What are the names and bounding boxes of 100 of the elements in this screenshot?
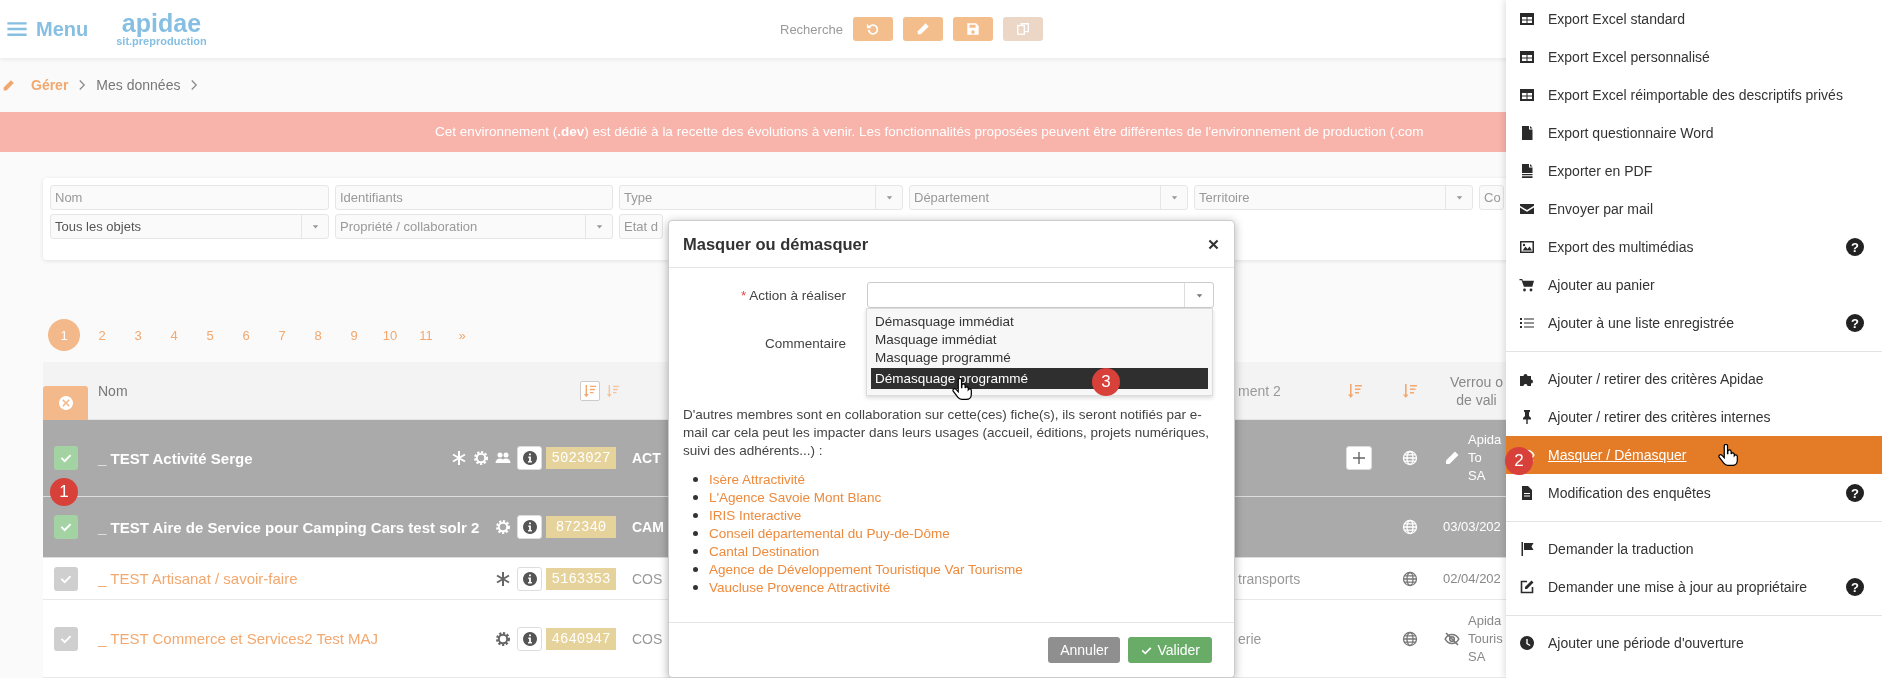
table-cell: Apida Touris SA [1468,611,1503,666]
type-code: COS [631,630,663,647]
menu-button[interactable]: Menu [6,17,89,41]
document-icon [1519,163,1535,179]
undo-icon [865,22,880,36]
member-link[interactable]: Isère Attractivité [709,471,806,487]
puzzle-icon [1519,371,1535,387]
column-header: Nom [98,382,128,399]
table-icon [1519,87,1535,103]
select-field[interactable]: Département [909,185,1188,210]
menu-item[interactable]: Export questionnaire Word [1506,114,1882,152]
menu-item[interactable]: Ajouter une période d'ouverture [1506,624,1882,662]
page-link[interactable]: 3 [120,319,156,351]
menu-item[interactable]: Export Excel personnalisé [1506,38,1882,76]
menu-item[interactable]: Demander la traduction [1506,530,1882,568]
pencil-icon [2,78,15,92]
bullet-dot [693,530,698,536]
member-link[interactable]: Agence de Développement Touristique Var Tourisme [709,561,1023,577]
input-field[interactable]: Etat d [619,214,663,239]
member-link[interactable]: Conseil départemental du Puy-de-Dôme [709,525,950,541]
bullet-dot [693,584,698,590]
menu-item[interactable]: Demander une mise à jour au propriétaire ? [1506,568,1882,606]
row-title-link[interactable]: _ TEST Commerce et Services2 Test MAJ [88,630,379,647]
row-title-link[interactable]: _ TEST Activité Serge [88,449,253,467]
copy-icon [1015,22,1030,36]
help-icon: ? [1846,578,1864,596]
select-field[interactable]: Propriété / collaboration [335,214,613,239]
page-link[interactable]: 5 [192,319,228,351]
row-title-link[interactable]: _ TEST Artisanat / savoir-faire [88,570,298,587]
input-field[interactable]: Nom [50,185,329,210]
dropdown-option[interactable]: Masquage immédiat [871,331,1208,349]
banner-message: Cet environnement (.dev) est dédié à la recette des évolutions à venir. Les fonctionnalités proposées peuvent être différentes de l'environnement de production (.com [435,123,1424,141]
menu-item[interactable]: Exporter en PDF [1506,152,1882,190]
type-code: CAM [631,519,664,535]
member-link[interactable]: Cantal Destination [709,543,820,559]
input-field[interactable]: Identifiants [335,185,613,210]
menu-item[interactable]: Envoyer par mail [1506,190,1882,228]
notice-text: D'autres membres sont en collaboration sur cette(ces) fiche(s), ils seront notifiés par e-mail car cela peut les impacter dans leurs usages (accueil, éditions, projets numériques, suivi des adhérents...) : [683,406,1210,460]
dialog-title: Masquer ou démasquer [683,234,870,254]
pencil-button[interactable] [902,17,943,41]
select-field[interactable]: Territoire [1194,185,1473,210]
select-field[interactable]: Tous les objets [50,214,329,239]
table-cell: Apida To SA [1468,431,1502,485]
next-page-link[interactable]: » [444,319,480,351]
dropdown-option[interactable]: Démasquage immédiat [871,313,1208,331]
page-link[interactable]: 10 [372,319,408,351]
image-icon [1519,239,1535,255]
input-field[interactable]: Co [1479,185,1504,210]
menu-item[interactable]: Ajouter à une liste enregistrée ? [1506,304,1882,342]
list-icon [1519,315,1535,331]
menu-item[interactable]: Modification des enquêtes ? [1506,474,1882,512]
table-cell-text: transports [1237,570,1301,587]
page-link[interactable]: 7 [264,319,300,351]
close-icon [1207,237,1220,251]
dropdown-option[interactable]: Masquage programmé [871,349,1208,367]
bullet-dot [693,476,698,482]
type-code: COS [631,570,663,587]
help-icon: ? [1846,314,1864,332]
field-label: Commentaire [763,335,846,351]
help-icon: ? [1846,484,1864,502]
column-header: ment 2 [1237,382,1281,399]
page-link[interactable]: 6 [228,319,264,351]
page-link[interactable]: 9 [336,319,372,351]
breadcrumb-link[interactable]: Mes données [96,77,181,93]
undo-button[interactable] [852,17,893,41]
save-button[interactable] [952,17,993,41]
menu-item[interactable]: Ajouter / retirer des critères Apidae [1506,360,1882,398]
envelope-icon [1519,201,1535,217]
logo-text: apidae [121,11,202,36]
page-link[interactable]: 4 [156,319,192,351]
member-link[interactable]: IRIS Interactive [709,507,802,523]
bullet-dot [693,494,698,500]
cancel-button[interactable]: Annuler [1048,637,1121,663]
menu-item[interactable]: Ajouter / retirer des critères internes [1506,398,1882,436]
table-cell: 03/03/202 [1443,518,1501,536]
member-link[interactable]: L'Agence Savoie Mont Blanc [709,489,882,505]
table-icon [1519,11,1535,27]
help-icon: ? [1846,238,1864,256]
clock-icon [1519,635,1535,651]
table-cell-text: erie [1237,630,1262,647]
menu-item[interactable]: Export Excel standard [1506,0,1882,38]
menu-item[interactable]: Ajouter au panier [1506,266,1882,304]
bullet-dot [693,566,698,572]
page-link[interactable]: 2 [84,319,120,351]
table-cell: 02/04/202 [1443,569,1501,588]
member-link[interactable]: Vaucluse Provence Attractivité [709,579,891,595]
menu-item[interactable]: Export des multimédias ? [1506,228,1882,266]
page-link[interactable]: 8 [300,319,336,351]
pencil-icon [915,22,930,36]
menu-item[interactable]: Export Excel réimportable des descriptifs privés [1506,76,1882,114]
logo-subtitle: sit.preproduction [116,36,207,47]
page-link[interactable]: 11 [408,319,444,351]
close-button[interactable] [1207,237,1220,251]
column-header: Verrou o de vali [1449,372,1503,409]
row-title-link[interactable]: _ TEST Aire de Service pour Camping Cars test solr 2 [88,518,480,536]
breadcrumb-link[interactable]: Gérer [31,77,69,93]
table-icon [1519,49,1535,65]
confirm-button[interactable]: Valider [1128,637,1212,663]
cart-icon [1519,277,1535,293]
select-field[interactable]: Type [619,185,903,210]
